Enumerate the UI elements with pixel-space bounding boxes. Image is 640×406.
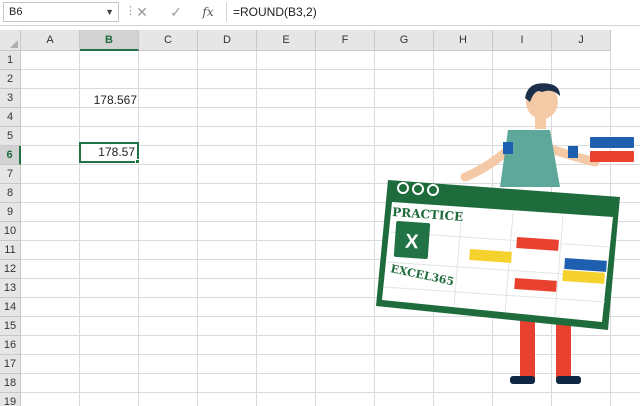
row-header-8[interactable]: 8 xyxy=(0,184,21,203)
name-box[interactable]: B6 ▼ xyxy=(3,2,119,22)
row-header-6[interactable]: 6 xyxy=(0,146,21,165)
gridline-horizontal xyxy=(21,69,640,70)
excel-logo-letter: X xyxy=(404,231,420,254)
row-header-16[interactable]: 16 xyxy=(0,336,21,355)
cell-b6: 178.57 xyxy=(98,145,135,159)
fill-handle[interactable] xyxy=(135,159,140,164)
row-header-14[interactable]: 14 xyxy=(0,298,21,317)
gridline-vertical xyxy=(315,51,316,406)
row-header-9[interactable]: 9 xyxy=(0,203,21,222)
row-header-10[interactable]: 10 xyxy=(0,222,21,241)
select-all-button[interactable] xyxy=(0,30,21,51)
row-header-19[interactable]: 19 xyxy=(0,393,21,406)
column-header-d[interactable]: D xyxy=(198,30,257,51)
insert-function-icon[interactable]: fx xyxy=(197,2,219,22)
name-box-value: B6 xyxy=(9,6,23,18)
row-header-11[interactable]: 11 xyxy=(0,241,21,260)
column-header-f[interactable]: F xyxy=(316,30,375,51)
column-header-b[interactable]: B xyxy=(80,30,139,51)
gridline-vertical xyxy=(138,51,139,406)
row-header-2[interactable]: 2 xyxy=(0,70,21,89)
formula-input[interactable]: =ROUND(B3,2) xyxy=(226,2,638,22)
gridline-vertical xyxy=(256,51,257,406)
gridline-vertical xyxy=(197,51,198,406)
row-header-1[interactable]: 1 xyxy=(0,51,21,70)
row-header-15[interactable]: 15 xyxy=(0,317,21,336)
column-header-j[interactable]: J xyxy=(552,30,611,51)
selected-cell-b6[interactable]: 178.57 xyxy=(79,142,139,163)
gridline-horizontal xyxy=(21,392,640,393)
enter-check-icon[interactable]: ✓ xyxy=(165,2,187,22)
column-header-g[interactable]: G xyxy=(375,30,434,51)
row-header-13[interactable]: 13 xyxy=(0,279,21,298)
column-header-a[interactable]: A xyxy=(21,30,80,51)
row-header-7[interactable]: 7 xyxy=(0,165,21,184)
row-header-17[interactable]: 17 xyxy=(0,355,21,374)
row-header-18[interactable]: 18 xyxy=(0,374,21,393)
cell-b3[interactable]: 178.567 xyxy=(80,91,137,110)
column-header-e[interactable]: E xyxy=(257,30,316,51)
chevron-down-icon[interactable]: ▼ xyxy=(105,7,114,17)
row-header-5[interactable]: 5 xyxy=(0,127,21,146)
row-header-3[interactable]: 3 xyxy=(0,89,21,108)
column-header-c[interactable]: C xyxy=(139,30,198,51)
column-header-i[interactable]: I xyxy=(493,30,552,51)
formula-bar: B6 ▼ ⋮ ✕ ✓ fx =ROUND(B3,2) xyxy=(0,0,640,26)
cancel-icon[interactable]: ✕ xyxy=(131,2,153,22)
column-header-h[interactable]: H xyxy=(434,30,493,51)
select-all-triangle-icon xyxy=(10,40,18,48)
practice-excel-illustration: X PRACTICE EXCEL365 xyxy=(376,83,634,384)
formula-text: =ROUND(B3,2) xyxy=(233,5,317,19)
row-header-4[interactable]: 4 xyxy=(0,108,21,127)
row-header-12[interactable]: 12 xyxy=(0,260,21,279)
